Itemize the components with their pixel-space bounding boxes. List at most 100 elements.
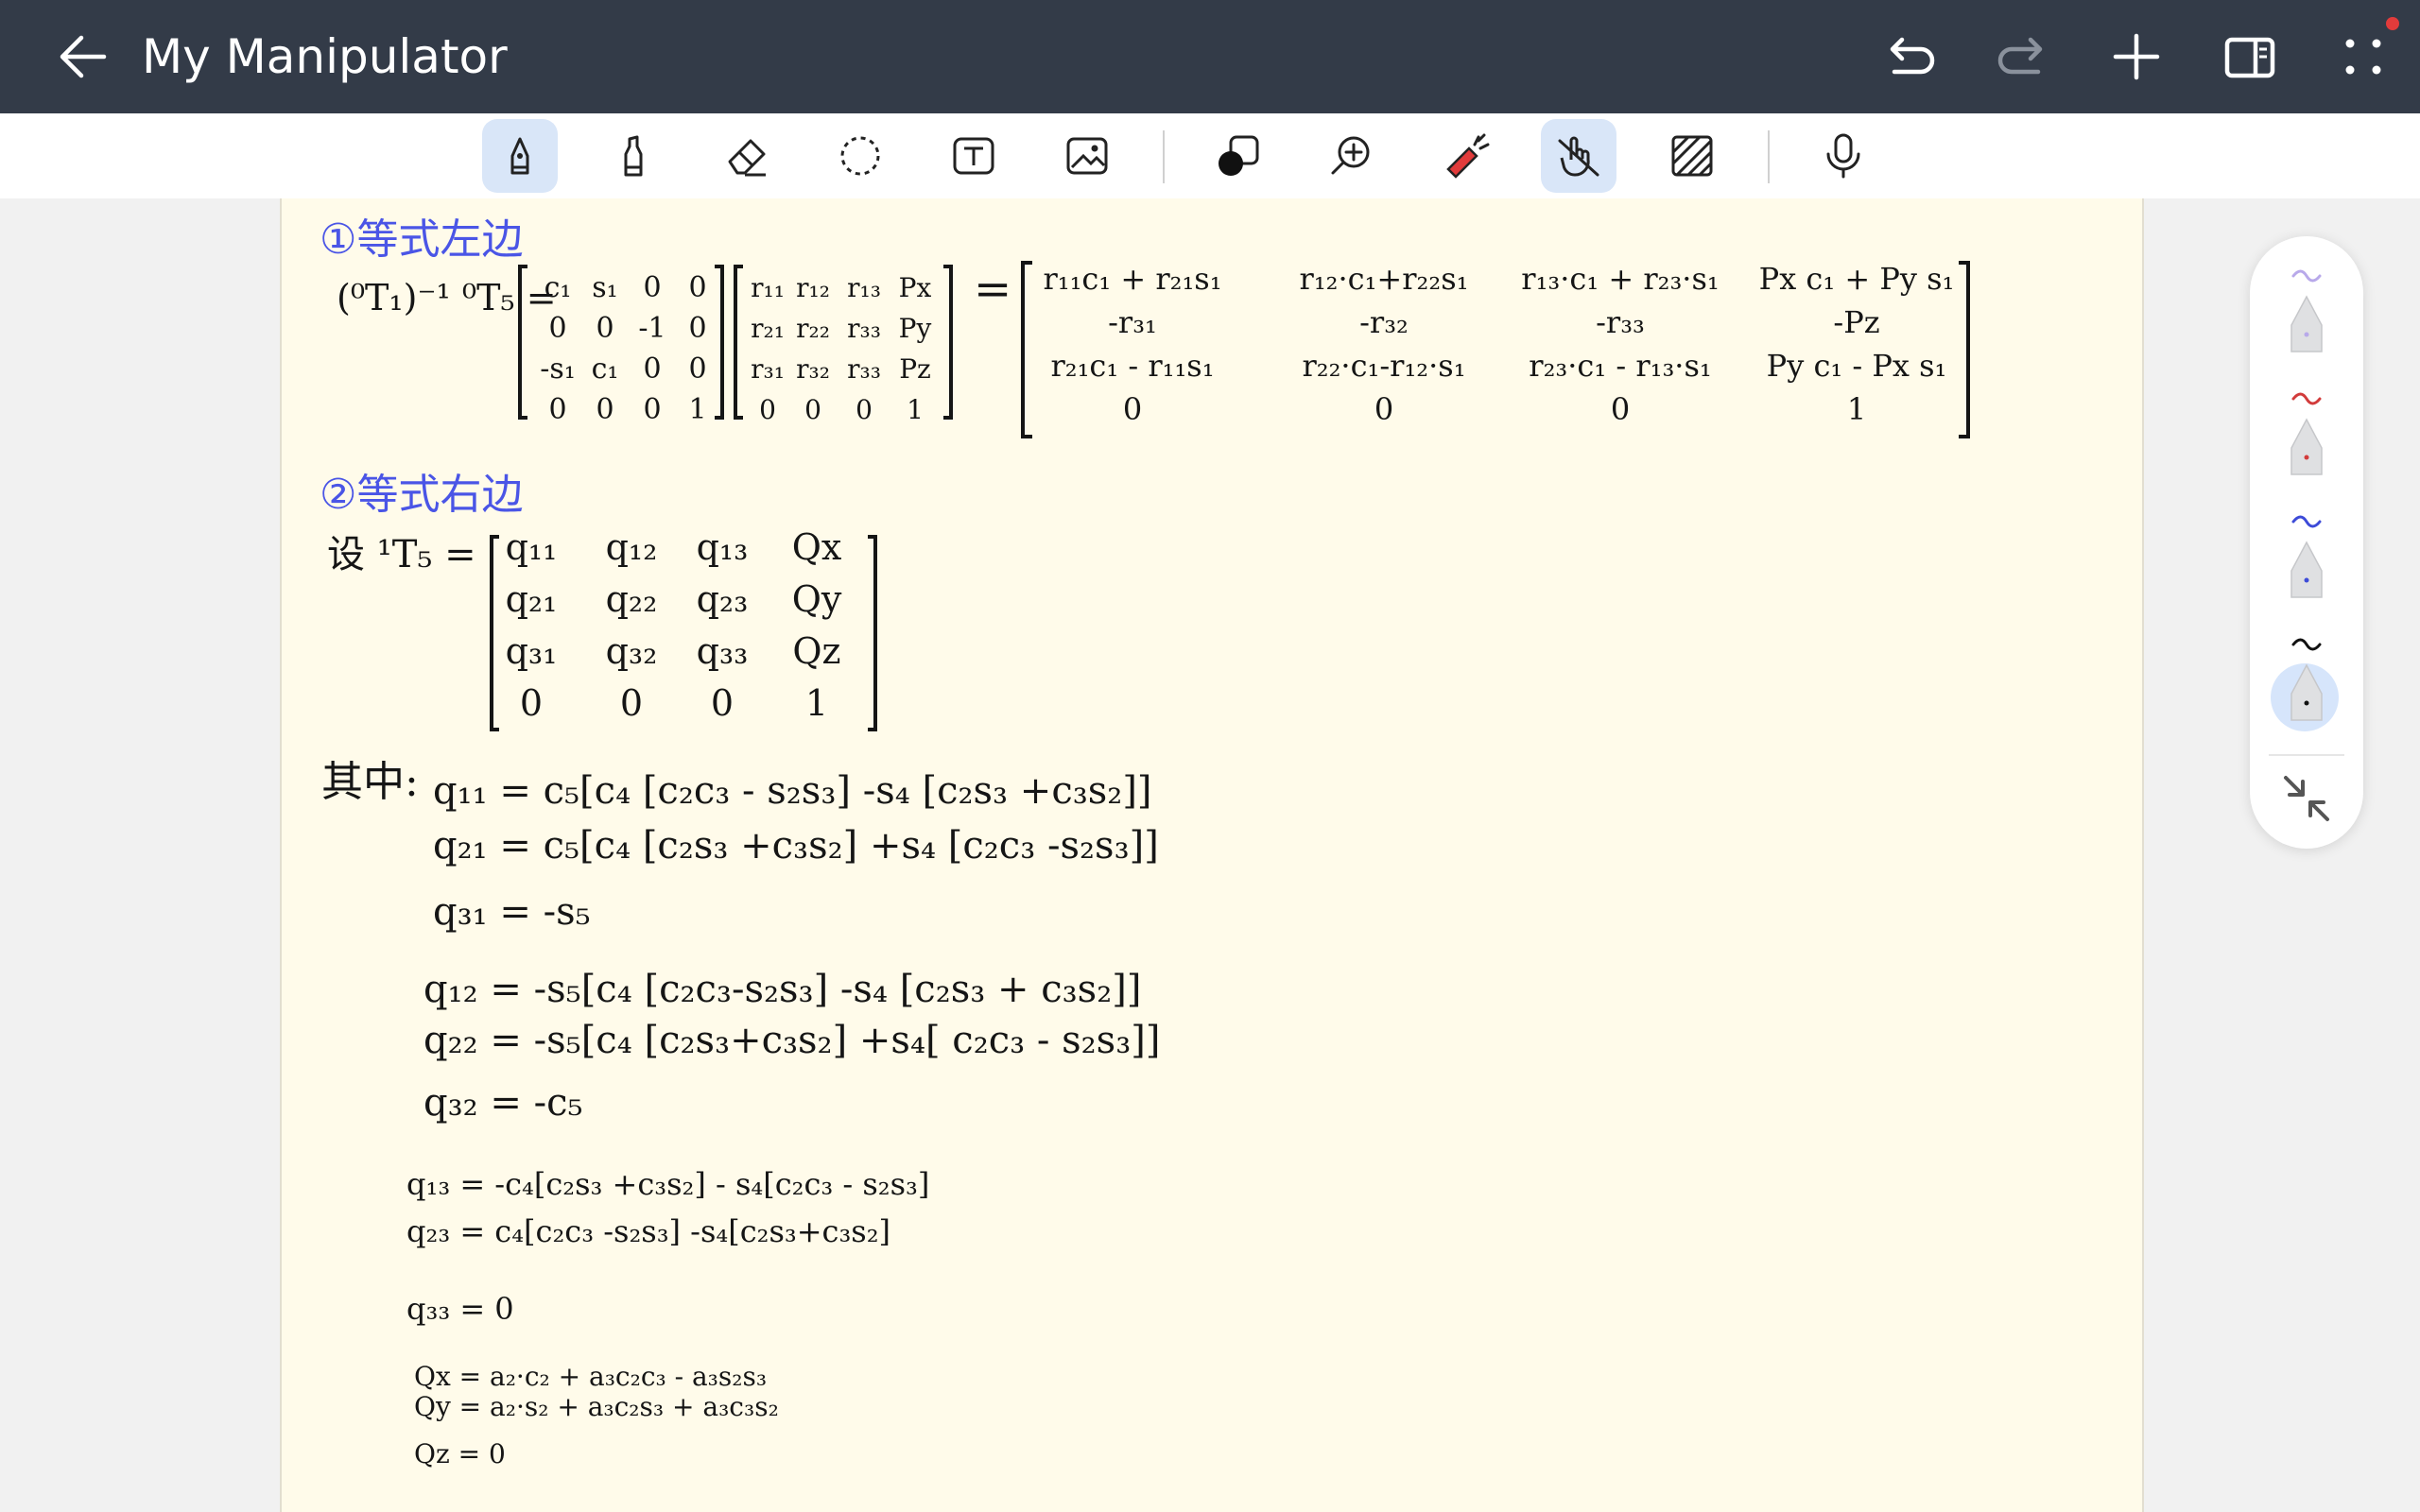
equation-line: q₁₃ = -c₄[c₂s₃ +c₃s₂] - s₄[c₂c₃ - s₂s₃] (406, 1166, 929, 1202)
eq2-lhs: 设 ¹T₅ = (327, 533, 476, 576)
m2-cell: r₂₁ (751, 313, 785, 344)
laser-pointer-icon (1446, 133, 1490, 179)
m4-cell: q₃₁ (506, 630, 558, 672)
m4-cell: q₁₃ (697, 526, 749, 568)
m3-cell: -r₃₁ (1108, 304, 1157, 340)
matrix-1: c₁ s₁ 0 00 0 -1 0-s₁ c₁ 0 00 0 0 1 (540, 271, 706, 426)
m4-cell: 0 (520, 682, 543, 724)
eraser-icon (728, 139, 766, 177)
m1-cell: 0 (596, 312, 614, 345)
image-tool[interactable] (1049, 119, 1125, 193)
drawing-toolbar (0, 113, 2420, 200)
m1-cell: c₁ (544, 271, 572, 304)
m1-cell: 0 (548, 312, 566, 345)
m2-cell: 1 (907, 394, 924, 425)
equation-line: q₃₁ = -s₅ (433, 890, 591, 934)
notification-dot (2386, 17, 2399, 30)
highlighter-icon (624, 135, 643, 177)
m2-cell: r₁₂ (796, 272, 830, 303)
m1-cell: 0 (548, 393, 566, 426)
zoom-in-icon (1331, 136, 1370, 175)
undo-icon[interactable] (1881, 28, 1938, 85)
fountain-pen-icon (510, 137, 529, 175)
laser-pointer-tool[interactable] (1427, 119, 1503, 193)
m3-cell: 0 (1374, 391, 1393, 427)
equation-line: q₃₃ = 0 (406, 1291, 514, 1327)
m3-cell: Py c₁ - Px s₁ (1767, 348, 1947, 384)
m2-cell: Pz (899, 353, 931, 385)
equation-line: q₂₁ = c₅[c₄ [c₂s₃ +c₃s₂] +s₄ [c₂c₃ -s₂s₃… (433, 824, 1159, 868)
m1-cell: 0 (643, 352, 661, 386)
m1-cell: 0 (596, 393, 614, 426)
m3-cell: r₁₃·c₁ + r₂₃·s₁ (1521, 261, 1719, 297)
m1-cell: 0 (688, 312, 706, 345)
collapse-icon[interactable] (2278, 770, 2335, 827)
more-icon[interactable] (2335, 28, 2392, 85)
pen-option[interactable] (2263, 507, 2350, 610)
background-pattern-tool[interactable] (1654, 119, 1730, 193)
m1-cell: -1 (638, 312, 666, 345)
m3-cell: r₂₃·c₁ - r₁₃·s₁ (1529, 348, 1711, 384)
finger-draw-tool[interactable] (1541, 119, 1616, 193)
equation-line: Qz = 0 (414, 1438, 506, 1469)
m3-cell: r₁₁c₁ + r₂₁s₁ (1043, 261, 1221, 297)
m2-cell: 0 (759, 394, 776, 425)
add-icon[interactable] (2108, 28, 2165, 85)
pen-option[interactable] (2263, 261, 2350, 365)
lasso-tool[interactable] (822, 119, 898, 193)
pen-selector-panel (2250, 236, 2363, 849)
pen-tool[interactable] (482, 119, 558, 193)
pen-nib-icon (2290, 515, 2323, 598)
m4-cell: q₃₃ (697, 630, 749, 672)
m3-cell: 0 (1611, 391, 1630, 427)
handwriting-layer: ①等式左边 (⁰T₁)⁻¹ ⁰T₅ = c₁ s₁ 0 00 0 -1 0-s₁ c₁ 0 00 0… (320, 215, 1970, 1469)
pen-option[interactable] (2263, 384, 2350, 488)
heading-2: ②等式右边 (320, 471, 523, 519)
m1-cell: 0 (688, 352, 706, 386)
split-view-icon[interactable] (2221, 28, 2278, 85)
equation-line: q₂₃ = c₄[c₂c₃ -s₂s₃] -s₄[c₂s₃+c₃s₂] (406, 1213, 890, 1249)
m4-cell: 0 (620, 682, 643, 724)
title-bar: My Manipulator (0, 0, 2420, 113)
matrix1-brackets (518, 261, 1970, 438)
eraser-tool[interactable] (709, 119, 785, 193)
pen-option[interactable] (2263, 629, 2350, 733)
equation-line: q₃₂ = -c₅ (424, 1081, 583, 1125)
redo-icon[interactable] (1995, 28, 2051, 85)
toolbar-divider (1163, 130, 1165, 183)
pattern-icon (1671, 135, 1713, 177)
m4-cell: q₁₁ (506, 526, 558, 568)
highlighter-tool[interactable] (596, 119, 671, 193)
m2-cell: r₃₁ (751, 353, 785, 385)
equation-lines: q₁₁ = c₅[c₄ [c₂c₃ - s₂s₃] -s₄ [c₂s₃ +c₃s… (406, 769, 1160, 1469)
shape-tool[interactable] (1201, 119, 1276, 193)
m2-cell: r₁₃ (847, 272, 881, 303)
arrow-left-icon[interactable] (55, 26, 115, 87)
m3-cell: -r₃₃ (1596, 304, 1645, 340)
zoom-tool[interactable] (1314, 119, 1390, 193)
m1-cell: 0 (688, 271, 706, 304)
m2-cell: r₃₃ (847, 353, 881, 385)
voice-input-tool[interactable] (1806, 119, 1881, 193)
m2-cell: Py (899, 313, 932, 344)
m1-cell: 1 (688, 393, 706, 426)
m3-cell: r₂₁c₁ - r₁₁s₁ (1050, 348, 1214, 384)
note-page[interactable]: ①等式左边 (⁰T₁)⁻¹ ⁰T₅ = c₁ s₁ 0 0 0 0 -1 0 -s₁ c₁ 0 0 0 0… (280, 198, 2144, 1512)
m3-cell: -r₃₂ (1359, 304, 1409, 340)
m3-cell: r₁₂·c₁+r₂₂s₁ (1300, 261, 1469, 297)
matrix-2: r₁₁ r₁₂ r₁₃ Pxr₂₁ r₂₂ r₃₃ Pyr₃₁ r₃₂ r₃₃ Pz0 0 0 1 (751, 272, 931, 425)
where-label: 其中: (321, 758, 419, 806)
m2-cell: Px (899, 272, 932, 303)
text-box-tool[interactable] (936, 119, 1011, 193)
m2-cell: r₁₁ (751, 272, 785, 303)
m1-cell: s₁ (592, 271, 617, 304)
m4-cell: 0 (711, 682, 734, 724)
m3-cell: -Pz (1833, 304, 1879, 340)
m4-cell: Qx (792, 526, 842, 568)
equation-line: Qx = a₂·c₂ + a₃c₂c₃ - a₃s₂s₃ (414, 1361, 767, 1392)
m4-cell: 1 (805, 682, 828, 724)
m4-cell: q₂₃ (697, 578, 749, 620)
m4-cell: Qz (792, 630, 840, 672)
shape-icon (1219, 135, 1259, 176)
panel-divider (2269, 754, 2344, 756)
